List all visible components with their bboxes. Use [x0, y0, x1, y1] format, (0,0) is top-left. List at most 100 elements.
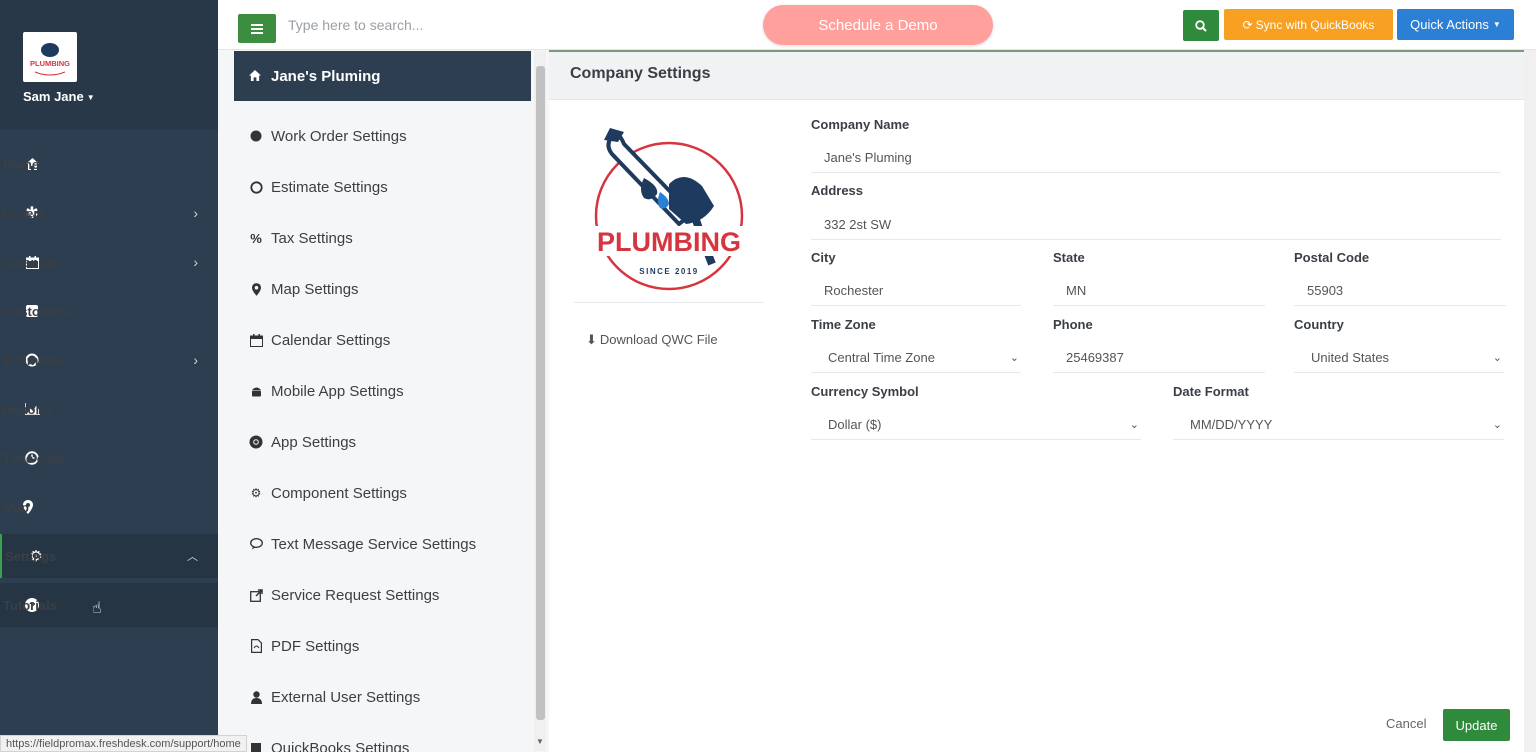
menu-toggle-button[interactable]	[238, 14, 276, 43]
file-pdf-icon	[248, 639, 264, 653]
settings-item-estimate[interactable]: Estimate Settings	[248, 172, 388, 202]
currency-select[interactable]: Dollar ($) ⌄	[811, 410, 1141, 440]
nav-item-orders[interactable]: ✱ Orders ›	[0, 191, 218, 235]
search-input[interactable]	[288, 12, 588, 38]
scroll-down-arrow-icon[interactable]: ▼	[536, 737, 544, 746]
chevron-down-icon: ⌄	[1492, 419, 1502, 431]
cogs-icon: ⚙	[250, 486, 262, 500]
country-label: Country	[1294, 317, 1344, 332]
nav-item-calendar[interactable]: Calendar ›	[0, 240, 218, 284]
quick-actions-button[interactable]: Quick Actions ▼	[1397, 9, 1514, 40]
schedule-demo-button[interactable]: Schedule a Demo	[763, 5, 993, 45]
nav-item-map[interactable]: Map	[0, 485, 218, 529]
sync-quickbooks-button[interactable]: ⟳ Sync with QuickBooks	[1224, 9, 1393, 40]
search-button[interactable]	[1183, 10, 1219, 41]
chrome-icon	[248, 435, 264, 449]
nav-item-time-card[interactable]: Time card	[0, 436, 218, 480]
chevron-down-icon: ⌄	[1492, 352, 1502, 364]
phone-label: Phone	[1053, 317, 1093, 332]
settings-item-component[interactable]: ⚙ Component Settings	[248, 478, 407, 508]
external-link-icon	[248, 588, 264, 602]
main-sidebar: PLUMBING Sam Jane ▼ Home ✱ Orders › Calen…	[0, 0, 218, 752]
time-zone-value: Central Time Zone	[828, 350, 935, 365]
address-input[interactable]	[811, 210, 1501, 240]
settings-item-label: Service Request Settings	[271, 586, 440, 604]
settings-item-app[interactable]: App Settings	[248, 427, 356, 457]
settings-item-label: Calendar Settings	[271, 331, 391, 349]
date-format-value: MM/DD/YYYY	[1190, 417, 1273, 432]
company-name-label: Company Name	[811, 117, 910, 132]
settings-scrollbar-thumb[interactable]	[536, 66, 545, 720]
user-name: Sam Jane	[23, 89, 84, 104]
settings-menu-header[interactable]: Jane's Pluming	[234, 51, 531, 101]
settings-item-label: Text Message Service Settings	[271, 535, 477, 553]
currency-value: Dollar ($)	[828, 417, 882, 432]
chevron-up-icon: ︿	[187, 551, 198, 563]
settings-item-label: App Settings	[271, 433, 357, 451]
settings-item-external-user[interactable]: External User Settings	[248, 682, 420, 712]
settings-item-calendar[interactable]: Calendar Settings	[248, 325, 390, 355]
settings-menu: Jane's Pluming Work Order Settings Estim…	[218, 50, 548, 752]
nav-label: Customers	[3, 303, 71, 319]
chevron-down-icon: ⌄	[1129, 419, 1139, 431]
postal-code-label: Postal Code	[1294, 250, 1370, 265]
country-select[interactable]: United States ⌄	[1294, 343, 1504, 373]
nav-label: Orders	[3, 205, 46, 221]
nav-item-customers[interactable]: Customers	[0, 289, 218, 333]
nav-item-settings[interactable]: ⚙ Settings ︿	[0, 534, 218, 578]
download-qwc-link[interactable]: ⬇ Download QWC File	[586, 332, 718, 348]
hamburger-icon	[251, 23, 263, 34]
logo-word: PLUMBING	[30, 59, 70, 68]
nav-label: Map	[3, 499, 29, 515]
nav-label: Calendar	[3, 254, 59, 270]
user-menu-toggle[interactable]: Sam Jane ▼	[23, 89, 95, 104]
page-title: Company Settings	[570, 65, 711, 82]
logo-divider	[574, 302, 764, 303]
page-scrollbar[interactable]	[1524, 50, 1536, 752]
city-label: City	[811, 250, 836, 265]
date-format-select[interactable]: MM/DD/YYYY ⌄	[1173, 410, 1504, 440]
time-zone-label: Time Zone	[811, 317, 876, 332]
settings-item-service-request[interactable]: Service Request Settings	[248, 580, 439, 610]
cancel-button[interactable]: Cancel	[1386, 716, 1426, 731]
settings-item-quickbooks[interactable]: QuickBooks Settings	[248, 733, 409, 752]
chevron-down-icon: ⌄	[1009, 352, 1019, 364]
filled-circle-icon	[248, 130, 264, 142]
percent-icon: %	[250, 230, 262, 246]
settings-item-label: Mobile App Settings	[271, 382, 404, 400]
settings-item-work-order[interactable]: Work Order Settings	[248, 121, 407, 151]
update-button[interactable]: Update	[1443, 709, 1510, 741]
settings-item-text-message[interactable]: Text Message Service Settings	[248, 529, 476, 559]
company-name-input[interactable]	[811, 143, 1501, 173]
nav-label: Estimates	[3, 352, 65, 368]
user-avatar-logo[interactable]: PLUMBING	[23, 32, 77, 82]
time-zone-select[interactable]: Central Time Zone ⌄	[811, 343, 1021, 373]
country-value: United States	[1311, 350, 1390, 365]
sync-icon: ⟳	[1242, 17, 1253, 32]
nav-item-reports[interactable]: Reports	[0, 387, 218, 431]
download-label: Download QWC File	[599, 332, 718, 347]
user-icon	[248, 690, 264, 704]
nav-item-estimates[interactable]: Estimates ›	[0, 338, 218, 382]
postal-code-input[interactable]	[1294, 276, 1506, 306]
settings-item-map[interactable]: Map Settings	[248, 274, 359, 304]
company-name-heading: Jane's Pluming	[271, 67, 381, 85]
phone-input[interactable]	[1053, 343, 1265, 373]
state-input[interactable]	[1053, 276, 1265, 306]
quick-actions-label: Quick Actions	[1410, 17, 1489, 32]
book-icon	[248, 742, 264, 752]
settings-item-tax[interactable]: % Tax Settings	[248, 223, 353, 253]
settings-item-label: Map Settings	[271, 280, 359, 298]
caret-down-icon: ▼	[86, 93, 95, 103]
settings-item-pdf[interactable]: PDF Settings	[248, 631, 359, 661]
company-settings-panel: Company Settings PLUMBING SINCE 2019 ⬇ Do…	[549, 50, 1524, 752]
city-input[interactable]	[811, 276, 1021, 306]
nav-item-tutorials[interactable]: ? Tutorials	[0, 583, 218, 627]
map-marker-icon	[248, 282, 264, 296]
android-icon	[248, 385, 264, 398]
settings-item-label: Tax Settings	[271, 229, 353, 247]
nav-label: Time card	[3, 450, 65, 466]
settings-item-mobile-app[interactable]: Mobile App Settings	[248, 376, 404, 406]
nav-item-home[interactable]: Home	[0, 142, 218, 186]
settings-item-label: External User Settings	[271, 688, 421, 706]
